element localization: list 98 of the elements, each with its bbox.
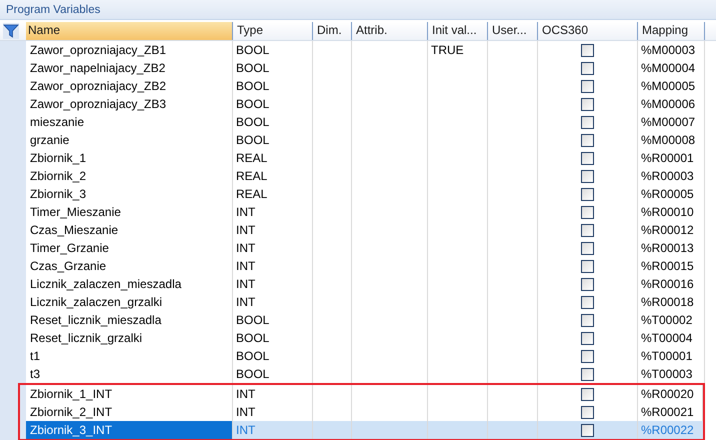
column-header[interactable]: Mapping [638,22,705,40]
checkbox[interactable] [581,368,594,380]
checkbox[interactable] [581,296,594,308]
panel-title: Program Variables [6,4,100,16]
table-cell: %T00002 [638,311,705,329]
table-cell[interactable]: Zbiornik_1 [26,149,233,167]
checkbox[interactable] [581,314,594,326]
table-cell: INT [233,257,313,275]
checkbox[interactable] [581,350,594,362]
table-cell: %T00003 [638,365,705,383]
table-cell: BOOL [233,347,313,365]
table-cell[interactable]: Zawor_oprozniajacy_ZB2 [26,77,233,95]
table-cell[interactable]: Timer_Mieszanie [26,203,233,221]
checkbox[interactable] [581,406,594,418]
table-cell: %T00001 [638,347,705,365]
checkbox[interactable] [581,80,594,92]
table-cell: %R00015 [638,257,705,275]
table-cell: TRUE [428,41,488,59]
table-cell: %R00013 [638,239,705,257]
checkbox[interactable] [581,98,594,110]
column-header[interactable]: User... [488,22,538,40]
table-cell[interactable]: Licznik_zalaczen_grzalki [26,293,233,311]
checkbox[interactable] [581,116,594,128]
table-cell: INT [233,421,313,439]
checkbox[interactable] [581,170,594,182]
table-cell[interactable]: Zawor_napelniajacy_ZB2 [26,59,233,77]
table-cell: %M00007 [638,113,705,131]
table-cell: BOOL [233,329,313,347]
table-cell: %M00003 [638,41,705,59]
table-cell: %R00001 [638,149,705,167]
table-cell[interactable]: Reset_licznik_grzalki [26,329,233,347]
table-cell: %R00018 [638,293,705,311]
table-cell: BOOL [233,311,313,329]
column-header[interactable]: OCS360 [538,22,638,40]
table-cell: %R00020 [638,385,703,403]
table-cell: INT [233,385,313,403]
filter-icon[interactable] [3,23,19,39]
checkbox[interactable] [581,44,594,56]
checkbox[interactable] [581,388,594,400]
table-cell: BOOL [233,365,313,383]
table-cell: INT [233,275,313,293]
table-cell[interactable]: Czas_Grzanie [26,257,233,275]
table-cell: %M00004 [638,59,705,77]
table-cell: INT [233,203,313,221]
table-cell[interactable]: Reset_licznik_mieszadla [26,311,233,329]
table-cell[interactable]: Zbiornik_2 [26,167,233,185]
table-cell [313,421,352,439]
table-cell: %R00022 [638,421,703,439]
checkbox[interactable] [581,188,594,200]
table-cell[interactable]: grzanie [26,131,233,149]
table-cell: %R00005 [638,185,705,203]
table-cell: INT [233,239,313,257]
table-cell: BOOL [233,113,313,131]
table-cell: %R00016 [638,275,705,293]
table-cell[interactable]: mieszanie [26,113,233,131]
table-cell[interactable]: Timer_Grzanie [26,239,233,257]
table-cell[interactable]: Zbiornik_3 [26,185,233,203]
table-cell: %R00003 [638,167,705,185]
column-header[interactable]: Attrib. [352,22,428,40]
checkbox[interactable] [581,206,594,218]
table-cell: BOOL [233,95,313,113]
checkbox[interactable] [581,242,594,254]
checkbox[interactable] [581,134,594,146]
checkbox[interactable] [581,152,594,164]
checkbox[interactable] [581,260,594,272]
checkbox[interactable] [581,424,594,436]
table-cell: BOOL [233,59,313,77]
table-cell: %M00008 [638,131,705,149]
table-cell: INT [233,221,313,239]
table-cell: %R00012 [638,221,705,239]
table-cell: %R00010 [638,203,705,221]
table-cell: BOOL [233,131,313,149]
table-cell: REAL [233,149,313,167]
table-cell: %M00005 [638,77,705,95]
table-cell [428,421,488,439]
table-cell: REAL [233,167,313,185]
checkbox[interactable] [581,224,594,236]
table-cell: %T00004 [638,329,705,347]
checkbox[interactable] [581,332,594,344]
column-header[interactable]: Dim. [313,22,352,40]
table-cell[interactable]: Zbiornik_3_INT [26,421,233,439]
column-header[interactable]: Init val... [428,22,488,40]
table-cell: REAL [233,185,313,203]
table-cell[interactable]: Licznik_zalaczen_mieszadla [26,275,233,293]
table-cell[interactable]: Zbiornik_1_INT [26,385,233,403]
column-header[interactable]: Type [233,22,313,40]
table-cell[interactable]: t1 [26,347,233,365]
table-cell: BOOL [233,41,313,59]
checkbox[interactable] [581,278,594,290]
table-cell: BOOL [233,77,313,95]
table-cell[interactable]: Zawor_oprozniajacy_ZB1 [26,41,233,59]
table-cell[interactable]: t3 [26,365,233,383]
table-cell: %M00006 [638,95,705,113]
table-cell: INT [233,293,313,311]
column-header[interactable]: Name [26,22,233,40]
table-cell[interactable]: Zawor_oprozniajacy_ZB3 [26,95,233,113]
table-cell[interactable]: Czas_Mieszanie [26,221,233,239]
checkbox[interactable] [581,62,594,74]
